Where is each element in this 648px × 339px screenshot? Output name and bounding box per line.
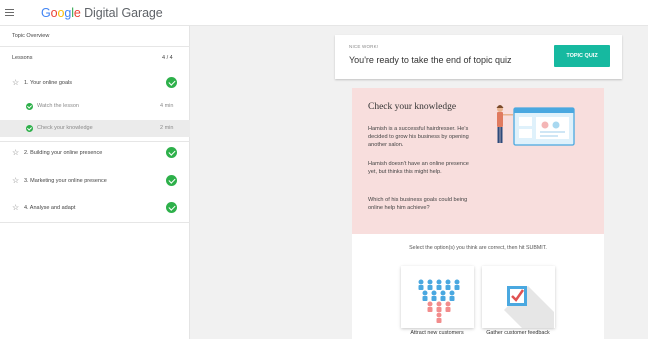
option-label: Gather customer feedback	[486, 330, 550, 336]
lesson-item-marketing-presence[interactable]: ☆ 3. Marketing your online presence	[0, 171, 190, 193]
subitem-label: Check your knowledge	[37, 125, 93, 131]
check-circle-icon	[166, 77, 177, 88]
star-icon[interactable]: ☆	[12, 149, 19, 157]
lesson-label: 4. Analyse and adapt	[24, 205, 76, 211]
check-circle-icon	[26, 103, 33, 110]
check-circle-icon	[166, 202, 177, 213]
lesson-label: 1. Your online goals	[24, 80, 73, 86]
checkbox-feedback-icon	[504, 286, 554, 328]
hairdresser-illustration	[496, 105, 575, 146]
scenario-paragraph: Which of his business goals could being …	[368, 197, 468, 211]
subitem-watch-lesson[interactable]: Watch the lesson 4 min	[0, 98, 190, 115]
lesson-label: 2. Building your online presence	[24, 150, 103, 156]
subitem-duration: 2 min	[160, 125, 174, 131]
subitem-label: Watch the lesson	[37, 103, 79, 109]
star-icon[interactable]: ☆	[12, 79, 19, 87]
star-icon[interactable]: ☆	[12, 204, 19, 212]
card-heading: Check your knowledge	[368, 102, 457, 112]
scenario-paragraph: Hamish doesn't have an online presence y…	[368, 161, 469, 175]
option-attract-customers[interactable]	[401, 266, 474, 328]
quiz-banner: NICE WORK! You're ready to take the end …	[335, 35, 622, 79]
check-circle-icon	[26, 125, 33, 132]
divider	[0, 222, 190, 223]
topic-overview-title: Topic Overview	[12, 33, 50, 39]
lesson-item-online-goals[interactable]: ☆ 1. Your online goals	[0, 73, 190, 95]
check-circle-icon	[166, 147, 177, 158]
lessons-count: 4 / 4	[162, 55, 173, 61]
lesson-item-building-presence[interactable]: ☆ 2. Building your online presence	[0, 143, 190, 165]
lesson-label: 3. Marketing your online presence	[24, 178, 107, 184]
check-circle-icon	[166, 175, 177, 186]
scenario-paragraph: Hamish is a successful hairdresser. He's…	[368, 126, 469, 148]
subitem-duration: 4 min	[160, 103, 174, 109]
menu-icon[interactable]	[5, 9, 14, 17]
instruction-text: Select the option(s) you think are corre…	[409, 245, 547, 251]
option-gather-feedback[interactable]	[482, 266, 555, 328]
people-group-icon	[418, 279, 460, 323]
sidebar: Topic Overview Lessons 4 / 4 ☆ 1. Your o…	[0, 26, 190, 339]
banner-text: You're ready to take the end of topic qu…	[349, 55, 512, 65]
lessons-label: Lessons	[12, 55, 33, 61]
google-digital-garage-logo[interactable]: Google Digital Garage	[41, 6, 163, 20]
subitem-check-knowledge[interactable]: Check your knowledge 2 min	[0, 120, 190, 137]
star-icon[interactable]: ☆	[12, 177, 19, 185]
top-bar: Google Digital Garage	[0, 0, 648, 26]
topic-quiz-button[interactable]: TOPIC QUIZ	[554, 45, 610, 67]
banner-kicker: NICE WORK!	[349, 44, 379, 49]
divider	[0, 141, 190, 142]
lesson-item-analyse-adapt[interactable]: ☆ 4. Analyse and adapt	[0, 198, 190, 220]
knowledge-card: Check your knowledge Hamish is a success…	[352, 88, 604, 339]
option-label: Attract new customers	[410, 330, 464, 336]
divider	[0, 46, 190, 47]
